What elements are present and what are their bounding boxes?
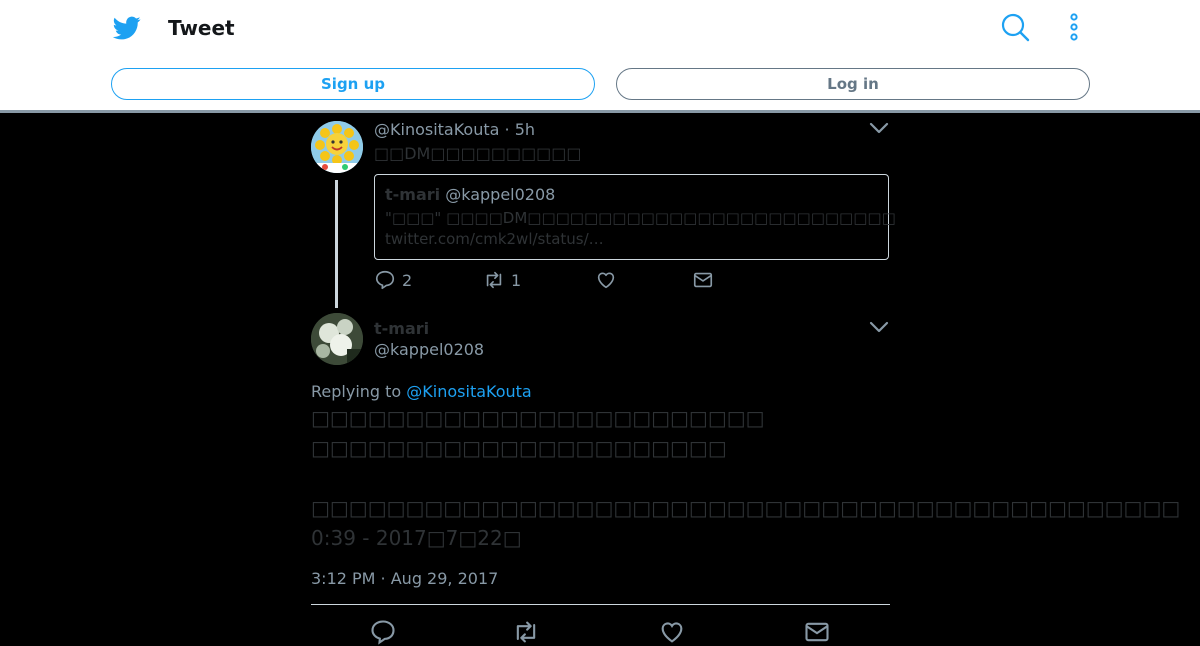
replying-prefix: Replying to <box>311 382 402 401</box>
sign-up-button[interactable]: Sign up <box>111 68 595 100</box>
flower-photo-avatar-icon <box>311 313 363 365</box>
reply-icon[interactable] <box>369 618 397 646</box>
tweet-body-line: □□□□□□□□□□□□□□□□□□□□□□ <box>311 436 727 460</box>
reply-action[interactable]: 2 <box>374 269 412 291</box>
envelope-icon <box>693 272 713 288</box>
retweet-icon <box>486 271 502 289</box>
chevron-down-icon[interactable] <box>868 320 890 334</box>
tweet-timestamp[interactable]: 3:12 PM · Aug 29, 2017 <box>311 569 498 588</box>
author-handle[interactable]: @kappel0208 <box>374 340 484 359</box>
parent-handle[interactable]: @KinositaKouta <box>374 120 499 139</box>
like-action[interactable] <box>595 269 623 291</box>
chevron-down-icon[interactable] <box>868 121 890 135</box>
top-bar: Tweet Sign up Log in <box>0 0 1200 113</box>
sunflower-avatar-icon <box>311 121 363 173</box>
parent-tweet-header: @KinositaKouta · 5h <box>374 120 535 139</box>
retweet-count: 1 <box>511 270 522 290</box>
replying-to: Replying to @KinositaKouta <box>311 382 532 401</box>
quoted-tweet[interactable]: t-mari @kappel0208 "□□□" □□□□DM□□□□□□□□□… <box>374 174 896 260</box>
retweet-action[interactable]: 1 <box>483 269 521 291</box>
reply-icon <box>375 270 395 290</box>
replying-to-link[interactable]: @KinositaKouta <box>406 382 531 401</box>
tweet-body-line: 0:39 - 2017□7□22□ <box>311 526 522 550</box>
quoted-tweet-header: t-mari @kappel0208 <box>385 185 555 204</box>
search-icon[interactable] <box>1000 12 1030 42</box>
quoted-handle: @kappel0208 <box>445 185 556 204</box>
parent-time[interactable]: 5h <box>515 120 535 139</box>
twitter-bird-icon[interactable] <box>112 14 142 42</box>
separator-dot: · <box>504 120 510 139</box>
parent-tweet-text: □□DM□□□□□□□□□□ <box>374 144 582 163</box>
more-vertical-icon[interactable] <box>1062 12 1086 42</box>
thread-connector <box>335 180 338 308</box>
quoted-display-name: t-mari <box>385 185 441 204</box>
page-title: Tweet <box>168 16 235 40</box>
quoted-link: twitter.com/cmk2wl/status/… <box>385 230 604 248</box>
envelope-icon[interactable] <box>803 618 831 646</box>
quoted-tweet-text: "□□□" □□□□DM□□□□□□□□□□□□□□□□□□□□□□□□□□ t… <box>385 208 896 250</box>
dm-action[interactable] <box>692 269 720 291</box>
tweet-body-line: □□□□□□□□□□□□□□□□□□□□□□□□□□□□□□□□□□□□□□□□… <box>311 496 1181 520</box>
log-in-button[interactable]: Log in <box>616 68 1090 100</box>
heart-icon[interactable] <box>658 618 686 646</box>
heart-icon <box>597 272 615 289</box>
avatar[interactable] <box>311 121 363 173</box>
tweet-body-line: □□□□□□□□□□□□□□□□□□□□□□□□ <box>311 406 765 430</box>
author-display-name[interactable]: t-mari <box>374 319 429 338</box>
avatar[interactable] <box>311 313 363 365</box>
quoted-text-line: "□□□" □□□□DM□□□□□□□□□□□□□□□□□□□□□□□□□□ <box>385 209 896 227</box>
retweet-icon[interactable] <box>512 618 540 646</box>
reply-count: 2 <box>402 270 413 290</box>
divider <box>311 604 890 605</box>
